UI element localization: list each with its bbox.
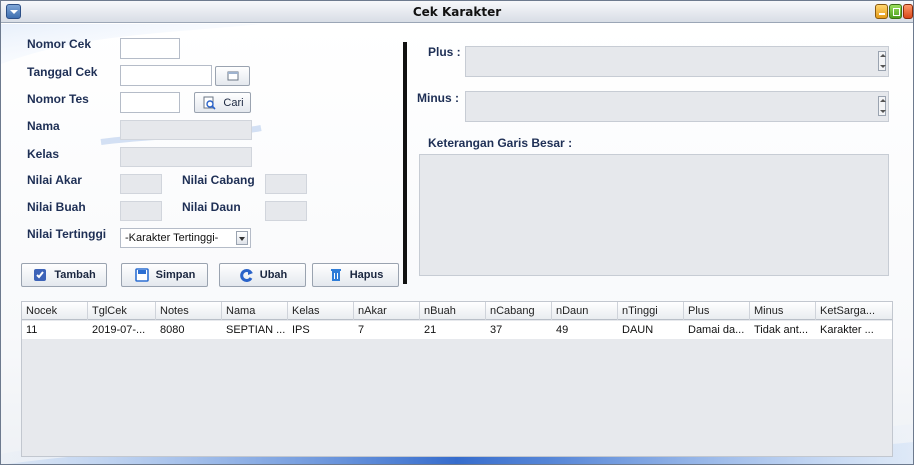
- vertical-divider: [403, 42, 407, 284]
- column-header[interactable]: nBuah: [420, 302, 486, 320]
- refresh-icon: [238, 267, 254, 283]
- label-kelas: Kelas: [27, 147, 60, 161]
- column-header[interactable]: Nocek: [22, 302, 88, 320]
- table-row[interactable]: 11 2019-07-... 8080 SEPTIAN ... IPS 7 21 37 49 DA…: [22, 321, 892, 339]
- table-cell: 8080: [160, 324, 185, 336]
- karakter-tertinggi-select[interactable]: -Karakter Tertinggi-: [120, 228, 251, 248]
- column-header[interactable]: nCabang: [486, 302, 552, 320]
- table-cell: Karakter ...: [820, 324, 874, 336]
- table-cell: Damai da...: [688, 324, 745, 336]
- keterangan-textarea[interactable]: [419, 154, 889, 276]
- nilai-akar-field[interactable]: [120, 174, 162, 194]
- table-cell: 7: [358, 324, 365, 336]
- column-header[interactable]: nAkar: [354, 302, 420, 320]
- minus-textarea[interactable]: [465, 91, 889, 122]
- table-cell: DAUN: [622, 324, 654, 336]
- label-plus: Plus :: [428, 45, 461, 59]
- label-minus: Minus :: [417, 91, 459, 105]
- minimize-button[interactable]: [875, 4, 888, 19]
- table-cell: 49: [556, 324, 569, 336]
- hapus-label: Hapus: [349, 269, 384, 281]
- kelas-field[interactable]: [120, 147, 252, 167]
- simpan-button[interactable]: Simpan: [121, 263, 208, 287]
- label-nilai-tertinggi: Nilai Tertinggi: [27, 227, 107, 241]
- minus-scrollbar[interactable]: [878, 96, 886, 116]
- chevron-down-icon[interactable]: [236, 231, 248, 245]
- table-cell: Tidak ant...: [754, 324, 809, 336]
- label-nilai-buah: Nilai Buah: [27, 200, 86, 214]
- add-checkbox-icon: [32, 267, 48, 283]
- search-icon: [201, 95, 217, 111]
- column-header[interactable]: nDaun: [552, 302, 618, 320]
- table-cell: 37: [490, 324, 503, 336]
- nama-field[interactable]: [120, 120, 252, 140]
- cari-label: Cari: [223, 96, 244, 109]
- nomor-cek-field[interactable]: [120, 38, 180, 59]
- label-nama: Nama: [27, 119, 60, 133]
- column-header[interactable]: TglCek: [88, 302, 156, 320]
- nomor-tes-field[interactable]: [120, 92, 180, 113]
- table-cell: 2019-07-...: [92, 324, 146, 336]
- data-table[interactable]: Nocek TglCek Notes Nama Kelas nAkar nBuah nCaba…: [21, 301, 893, 457]
- karakter-tertinggi-value: -Karakter Tertinggi-: [125, 232, 219, 244]
- window-title: Cek Karakter: [412, 5, 502, 19]
- tanggal-cek-field[interactable]: [120, 65, 212, 86]
- column-header[interactable]: nTinggi: [618, 302, 684, 320]
- label-keterangan: Keterangan Garis Besar :: [428, 136, 573, 150]
- tambah-label: Tambah: [54, 269, 96, 281]
- plus-textarea[interactable]: [465, 46, 889, 77]
- cari-button[interactable]: Cari: [194, 92, 251, 113]
- save-icon: [134, 267, 150, 283]
- tambah-button[interactable]: Tambah: [21, 263, 107, 287]
- label-nilai-cabang: Nilai Cabang: [182, 173, 255, 187]
- plus-scrollbar[interactable]: [878, 51, 886, 71]
- nilai-buah-field[interactable]: [120, 201, 162, 221]
- label-nilai-daun: Nilai Daun: [182, 200, 241, 214]
- ubah-button[interactable]: Ubah: [219, 263, 306, 287]
- nilai-daun-field[interactable]: [265, 201, 307, 221]
- nilai-cabang-field[interactable]: [265, 174, 307, 194]
- title-bar[interactable]: Cek Karakter: [1, 1, 913, 23]
- column-header[interactable]: Plus: [684, 302, 750, 320]
- maximize-button[interactable]: [889, 4, 902, 19]
- form-content: Nomor Cek Tanggal Cek Nomor Tes Nama Kel…: [1, 24, 913, 464]
- column-header[interactable]: KetSarga...: [816, 302, 892, 320]
- label-nomor-cek: Nomor Cek: [27, 37, 92, 51]
- hapus-button[interactable]: Hapus: [312, 263, 399, 287]
- label-tanggal-cek: Tanggal Cek: [27, 65, 98, 79]
- table-header: Nocek TglCek Notes Nama Kelas nAkar nBuah nCaba…: [22, 302, 892, 320]
- label-nomor-tes: Nomor Tes: [27, 92, 89, 106]
- table-cell: SEPTIAN ...: [226, 324, 286, 336]
- column-header[interactable]: Minus: [750, 302, 816, 320]
- date-picker-button[interactable]: [215, 66, 250, 86]
- ubah-label: Ubah: [259, 269, 288, 281]
- column-header[interactable]: Kelas: [288, 302, 354, 320]
- table-cell: 21: [424, 324, 437, 336]
- column-header[interactable]: Nama: [222, 302, 288, 320]
- label-nilai-akar: Nilai Akar: [27, 173, 82, 187]
- app-window: Cek Karakter Nomor Cek Tanggal Cek Nomor…: [0, 0, 914, 465]
- simpan-label: Simpan: [155, 269, 196, 281]
- column-header[interactable]: Notes: [156, 302, 222, 320]
- trash-icon: [328, 267, 344, 283]
- table-cell: IPS: [292, 324, 310, 336]
- calendar-icon: [225, 68, 241, 84]
- close-button[interactable]: [903, 4, 913, 19]
- table-cell: 11: [26, 324, 38, 336]
